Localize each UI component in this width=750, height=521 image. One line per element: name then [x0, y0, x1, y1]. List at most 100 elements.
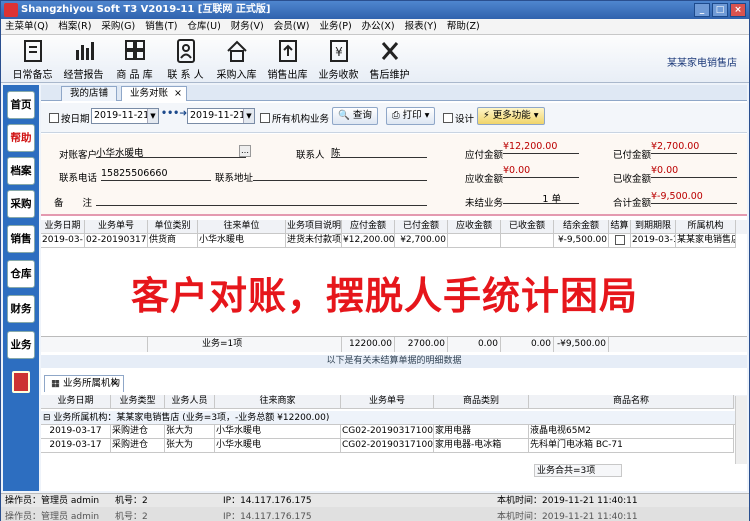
- app-icon: [4, 3, 18, 17]
- sum-spacer: [41, 337, 148, 352]
- sum-balance: -¥9,500.00: [554, 337, 609, 352]
- grid-icon: ▦: [51, 378, 60, 389]
- menu-purchase[interactable]: 采购(G): [101, 19, 135, 34]
- exit-icon[interactable]: [12, 371, 30, 393]
- all-orgs-label: 所有机构业务: [272, 114, 330, 125]
- design-checkbox[interactable]: 设计: [443, 111, 474, 125]
- menu-help[interactable]: 帮助(Z): [447, 19, 480, 34]
- date-to-field[interactable]: 2019-11-21 ▼: [187, 108, 255, 124]
- chevron-down-icon[interactable]: ▼: [147, 109, 158, 123]
- toolbar-service-label: 售后维护: [369, 70, 410, 81]
- col-unit-type[interactable]: 单位类别: [148, 220, 198, 234]
- menu-main[interactable]: 主菜单(Q): [5, 19, 48, 34]
- sum-receivable: 0.00: [448, 337, 501, 352]
- maximize-button[interactable]: □: [712, 3, 728, 17]
- cell-payable: ¥12,200.00: [342, 234, 395, 248]
- by-date-checkbox[interactable]: 按日期: [49, 111, 90, 125]
- nav-business[interactable]: 业务: [7, 331, 35, 359]
- chevron-down-icon[interactable]: ▼: [243, 109, 254, 123]
- toolbar-contacts-button[interactable]: 联 系 人: [160, 35, 211, 82]
- col-order-no[interactable]: 业务单号: [85, 220, 148, 234]
- menu-office[interactable]: 办公(X): [362, 19, 395, 34]
- tab-reconciliation-label: 业务对账: [130, 88, 169, 99]
- nav-home[interactable]: 首页: [7, 91, 35, 119]
- toolbar-collection-button[interactable]: ¥ 业务收款: [313, 35, 364, 82]
- title-bar: Shangzhiyou Soft T3 V2019-11 [互联网 正式版] _…: [1, 1, 749, 19]
- col-partner[interactable]: 往来单位: [198, 220, 286, 234]
- date-from-field[interactable]: 2019-11-21 ▼: [91, 108, 159, 124]
- toolbar-memo-button[interactable]: 日常备忘: [7, 35, 58, 82]
- col-balance[interactable]: 结余金额: [554, 220, 609, 234]
- col-settle[interactable]: 结算: [609, 220, 631, 234]
- tab-close-icon[interactable]: ×: [174, 87, 182, 101]
- contact-field[interactable]: 陈: [331, 145, 427, 159]
- group-row[interactable]: ⊟ 业务所属机构：某某家电销售店 (业务=3项，-业务总额 ¥12200.00): [41, 411, 747, 425]
- nav-archive[interactable]: 档案: [7, 157, 35, 185]
- menu-business[interactable]: 业务(P): [320, 19, 352, 34]
- menu-finance[interactable]: 财务(V): [231, 19, 264, 34]
- menu-member[interactable]: 会员(W): [274, 19, 310, 34]
- cell-received: [501, 234, 554, 248]
- toolbar-goods-button[interactable]: 商 品 库: [109, 35, 160, 82]
- col-org[interactable]: 所属机构: [676, 220, 736, 234]
- dcol-merchant[interactable]: 往来商家: [215, 395, 341, 409]
- col-due[interactable]: 到期期限: [631, 220, 676, 234]
- menu-sales[interactable]: 销售(T): [145, 19, 177, 34]
- toolbar-stock-in-button[interactable]: 采购入库: [211, 35, 262, 82]
- menu-report[interactable]: 报表(Y): [405, 19, 437, 34]
- toolbar-report-button[interactable]: 经营报告: [58, 35, 109, 82]
- table-row[interactable]: 2019-03-17 采购进仓 张大为 小华水暖电 CG02-201903171…: [41, 425, 747, 439]
- yen-icon: ¥: [329, 40, 348, 62]
- contacts-icon: [176, 39, 195, 63]
- cell-settle-checkbox[interactable]: [609, 234, 631, 248]
- all-orgs-checkbox[interactable]: 所有机构业务: [260, 111, 329, 125]
- customer-lookup-button[interactable]: …: [239, 145, 251, 157]
- cell-order-no: 02-201903171001: [85, 234, 148, 248]
- toolbar-contacts-label: 联 系 人: [167, 70, 204, 81]
- table-row[interactable]: 2019-03-17 02-201903171001 供货商 小华水暖电 进货未…: [41, 234, 747, 248]
- dcol-staff[interactable]: 业务人员: [165, 395, 215, 409]
- dcol-date[interactable]: 业务日期: [41, 395, 111, 409]
- window-title: Shangzhiyou Soft T3 V2019-11 [互联网 正式版]: [21, 4, 271, 15]
- address-label: 联系地址: [215, 173, 254, 184]
- table-row[interactable]: 2019-03-17 采购进仓 张大为 小华水暖电 CG02-201903171…: [41, 439, 747, 453]
- remark-field[interactable]: [96, 193, 427, 206]
- col-description[interactable]: 业务项目说明: [286, 220, 342, 234]
- tab-reconciliation[interactable]: 业务对账 ×: [121, 86, 188, 101]
- dcol-order-no[interactable]: 业务单号: [341, 395, 434, 409]
- tab-org[interactable]: ▦ 业务所属机构 ×: [44, 375, 124, 392]
- phone-field[interactable]: 15825506660: [101, 168, 211, 181]
- detail-grid-header: 业务日期 业务类型 业务人员 往来商家 业务单号 商品类别 商品名称: [41, 395, 747, 409]
- col-payable[interactable]: 应付金额: [342, 220, 395, 234]
- nav-sales[interactable]: 销售: [7, 225, 35, 253]
- nav-finance[interactable]: 财务: [7, 295, 35, 323]
- date-to-value: 2019-11-21: [190, 110, 246, 121]
- dcol-type[interactable]: 业务类型: [111, 395, 165, 409]
- dcol-product[interactable]: 商品名称: [529, 395, 734, 409]
- query-button[interactable]: 🔍 查询: [332, 107, 378, 125]
- nav-purchase[interactable]: 采购: [7, 190, 35, 218]
- toolbar-service-button[interactable]: 售后维护: [364, 35, 415, 82]
- col-paid[interactable]: 已付金额: [395, 220, 448, 234]
- toolbar-stock-out-button[interactable]: 销售出库: [262, 35, 313, 82]
- close-icon[interactable]: ×: [111, 376, 119, 392]
- close-button[interactable]: ×: [730, 3, 746, 17]
- menu-warehouse[interactable]: 仓库(U): [187, 19, 220, 34]
- print-button[interactable]: ⎙ 打印 ▾: [386, 107, 436, 125]
- menu-archive[interactable]: 档案(R): [58, 19, 91, 34]
- reconciliation-form: 对账客户 小华水暖电 … 联系人 陈 联系电话 15825506660 联系地址…: [41, 134, 747, 216]
- dcol-category[interactable]: 商品类别: [434, 395, 529, 409]
- expand-icon[interactable]: ⊟: [43, 413, 51, 423]
- address-field[interactable]: [253, 168, 427, 181]
- vertical-scrollbar[interactable]: [735, 396, 747, 464]
- more-functions-button[interactable]: ⚡ 更多功能 ▾: [477, 107, 545, 125]
- nav-warehouse[interactable]: 仓库: [7, 260, 35, 288]
- col-received[interactable]: 已收金额: [501, 220, 554, 234]
- memo-icon: [23, 40, 42, 62]
- customer-field[interactable]: 小华水暖电: [96, 145, 246, 159]
- col-date[interactable]: 业务日期: [41, 220, 85, 234]
- col-receivable[interactable]: 应收金额: [448, 220, 501, 234]
- tab-my-store[interactable]: 我的店铺: [61, 86, 118, 101]
- minimize-button[interactable]: _: [694, 3, 710, 17]
- nav-help[interactable]: 帮助: [7, 124, 35, 152]
